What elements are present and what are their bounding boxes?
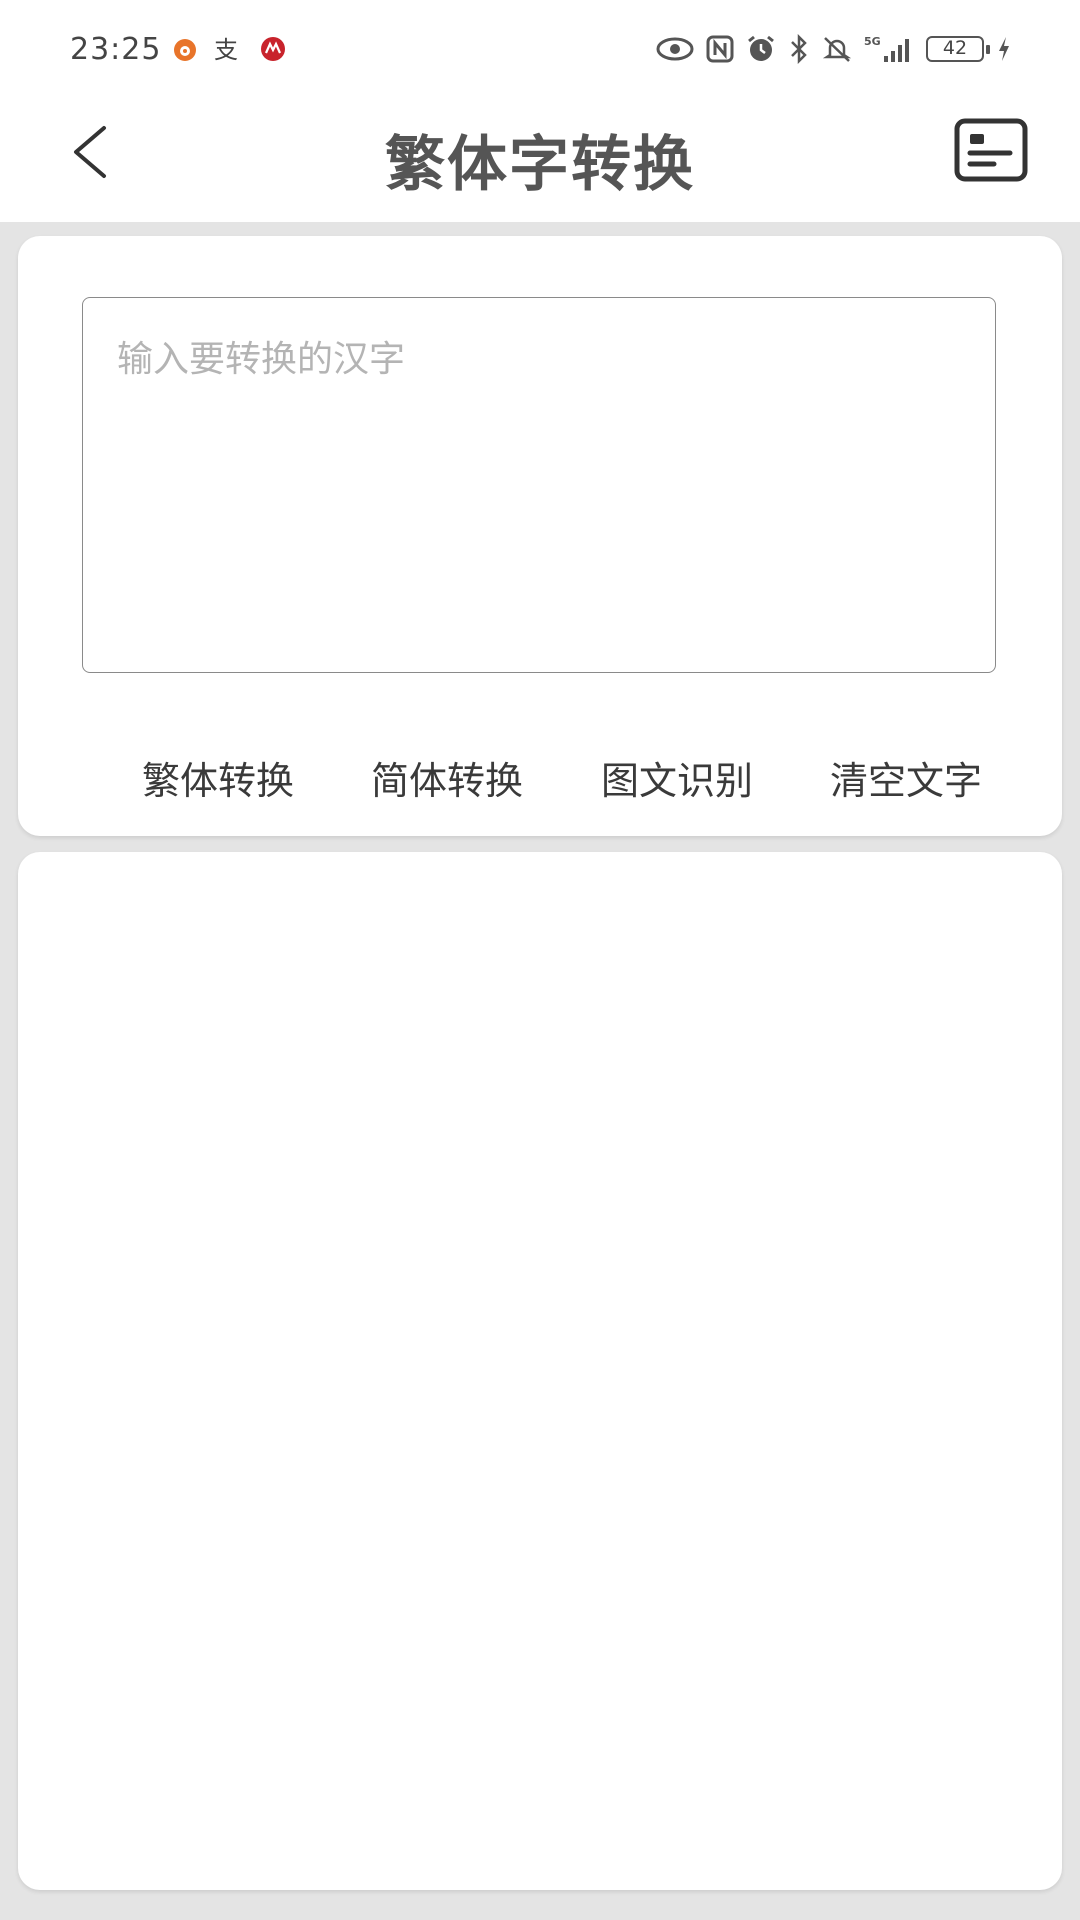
battery-indicator: 42: [926, 36, 990, 62]
action-bar: 繁体转换 简体转换 图文识别 清空文字: [142, 750, 1042, 810]
mute-icon: [822, 37, 852, 62]
cmb-bank-icon: [261, 37, 285, 61]
chinese-text-input[interactable]: [82, 297, 996, 673]
weibo-icon: [174, 39, 196, 61]
clear-text-button[interactable]: 清空文字: [830, 750, 982, 805]
status-bar: 23:25 支 5G 42: [0, 0, 1080, 100]
svg-text:支: 支: [214, 36, 238, 62]
system-status-icons: 5G 42: [656, 34, 1012, 64]
eye-icon: [656, 37, 694, 61]
simplified-convert-button[interactable]: 简体转换: [371, 750, 523, 805]
page-title: 繁体字转换: [385, 130, 695, 200]
status-time: 23:25: [70, 32, 162, 67]
traditional-convert-button[interactable]: 繁体转换: [142, 750, 294, 805]
bluetooth-icon: [791, 34, 807, 64]
app-header: 繁体字转换: [0, 100, 1080, 222]
svg-text:5G: 5G: [864, 35, 881, 48]
nfc-icon: [706, 35, 734, 63]
charging-icon: [999, 37, 1009, 61]
result-card: [18, 852, 1062, 1890]
input-card: 繁体转换 简体转换 图文识别 清空文字: [18, 236, 1062, 836]
alarm-icon: [748, 35, 774, 61]
signal-icon: 5G: [864, 35, 909, 62]
notification-icons: 支: [172, 36, 286, 62]
ocr-button[interactable]: 图文识别: [601, 750, 753, 805]
document-icon[interactable]: [954, 118, 1028, 182]
alipay-icon: 支: [214, 36, 238, 62]
